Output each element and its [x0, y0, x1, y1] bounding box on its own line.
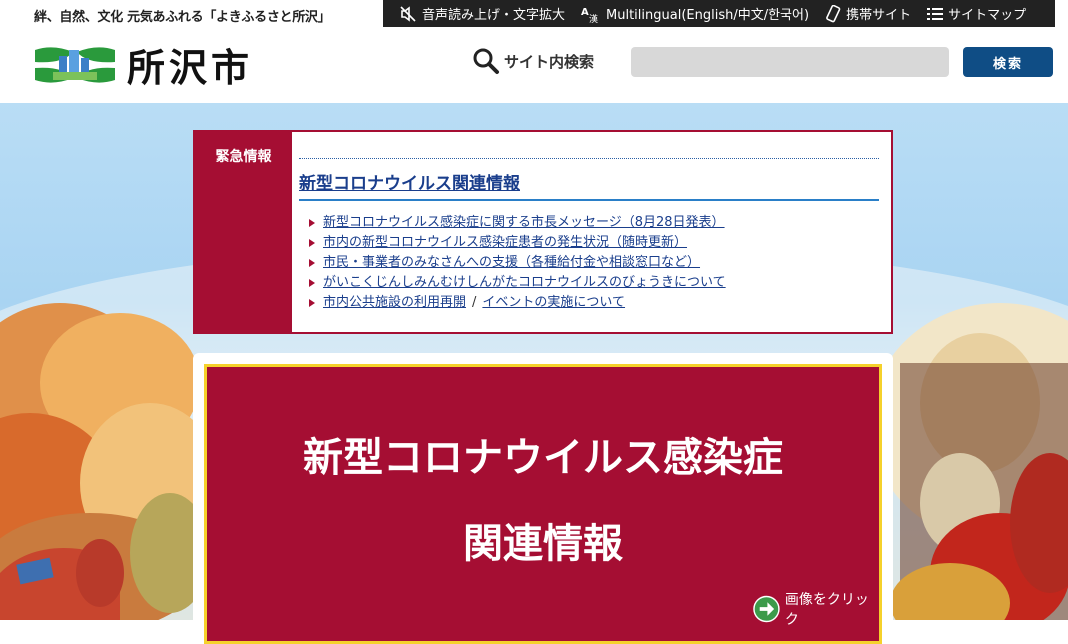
list-item: 市内公共施設の利用再開 / イベントの実施について [309, 293, 879, 313]
mobile-site-label: 携帯サイト [846, 8, 912, 23]
multilingual-link[interactable]: A 漢 Multilingual(English/中文/한국어) [581, 4, 810, 24]
read-aloud-label: 音声読み上げ・文字拡大 [422, 8, 566, 23]
arrow-right-icon [309, 259, 315, 267]
sitemap-label: サイトマップ [948, 8, 1027, 23]
events-link[interactable]: イベントの実施について [482, 293, 625, 313]
arrow-circle-right-icon [753, 595, 780, 623]
emergency-label: 緊急情報 [195, 132, 292, 332]
arrow-right-icon [309, 279, 315, 287]
svg-text:漢: 漢 [589, 13, 598, 23]
covid-banner[interactable]: 新型コロナウイルス感染症 関連情報 画像をクリック [204, 364, 882, 644]
emergency-body: 新型コロナウイルス関連情報 新型コロナウイルス感染症に関する市長メッセージ（8月… [299, 158, 879, 313]
search-input[interactable] [631, 47, 949, 77]
mobile-phone-icon [826, 4, 841, 22]
site-header: 絆、自然、文化 元気あふれる「よきふるさと所沢」 音声読み上げ・文字拡大 A 漢… [0, 0, 1068, 103]
site-tagline: 絆、自然、文化 元気あふれる「よきふるさと所沢」 [34, 10, 331, 25]
patient-status-link[interactable]: 市内の新型コロナウイルス感染症患者の発生状況（随時更新） [323, 233, 687, 253]
search-button[interactable]: 検索 [963, 47, 1053, 77]
arrow-right-icon [309, 299, 315, 307]
search-label: サイト内検索 [472, 47, 594, 75]
banner-title-line2: 関連情報 [463, 520, 623, 567]
dotted-divider [299, 158, 879, 159]
search-icon [473, 48, 499, 74]
link-separator: / [472, 295, 477, 310]
emergency-info-box: 緊急情報 新型コロナウイルス関連情報 新型コロナウイルス感染症に関する市長メッセ… [193, 130, 893, 334]
covid-info-heading-link[interactable]: 新型コロナウイルス関連情報 [299, 169, 879, 201]
list-icon [927, 7, 944, 20]
speaker-off-icon [400, 5, 416, 22]
arrow-right-icon [309, 219, 315, 227]
foreign-residents-link[interactable]: がいこくじんしみんむけしんがたコロナウイルスのびょうきについて [323, 273, 726, 293]
support-link[interactable]: 市民・事業者のみなさんへの支援（各種給付金や相談窓口など） [323, 253, 700, 273]
sitemap-link[interactable]: サイトマップ [927, 4, 1026, 23]
arrow-right-icon [309, 239, 315, 247]
site-logo[interactable]: 所沢市 [33, 37, 253, 92]
svg-text:A: A [581, 7, 589, 18]
read-aloud-link[interactable]: 音声読み上げ・文字拡大 [399, 4, 565, 23]
list-item: 新型コロナウイルス感染症に関する市長メッセージ（8月28日発表） [309, 213, 879, 233]
city-emblem-icon [35, 46, 115, 83]
banner-title-line1: 新型コロナウイルス感染症 [303, 434, 783, 481]
click-hint[interactable]: 画像をクリック [753, 589, 879, 629]
click-hint-label: 画像をクリック [784, 592, 869, 628]
mobile-site-link[interactable]: 携帯サイト [825, 4, 911, 23]
site-logo-text: 所沢市 [127, 45, 254, 90]
list-item: 市民・事業者のみなさんへの支援（各種給付金や相談窓口など） [309, 253, 879, 273]
utility-bar: 音声読み上げ・文字拡大 A 漢 Multilingual(English/中文/… [383, 0, 1055, 27]
mayor-message-link[interactable]: 新型コロナウイルス感染症に関する市長メッセージ（8月28日発表） [323, 213, 725, 233]
multilingual-label: Multilingual(English/中文/한국어) [606, 8, 810, 23]
language-icon: A 漢 [581, 7, 598, 23]
facility-reopen-link[interactable]: 市内公共施設の利用再開 [323, 293, 466, 313]
search-label-text: サイト内検索 [504, 52, 595, 71]
emergency-link-list: 新型コロナウイルス感染症に関する市長メッセージ（8月28日発表） 市内の新型コロ… [309, 213, 879, 313]
list-item: 市内の新型コロナウイルス感染症患者の発生状況（随時更新） [309, 233, 879, 253]
list-item: がいこくじんしみんむけしんがたコロナウイルスのびょうきについて [309, 273, 879, 293]
